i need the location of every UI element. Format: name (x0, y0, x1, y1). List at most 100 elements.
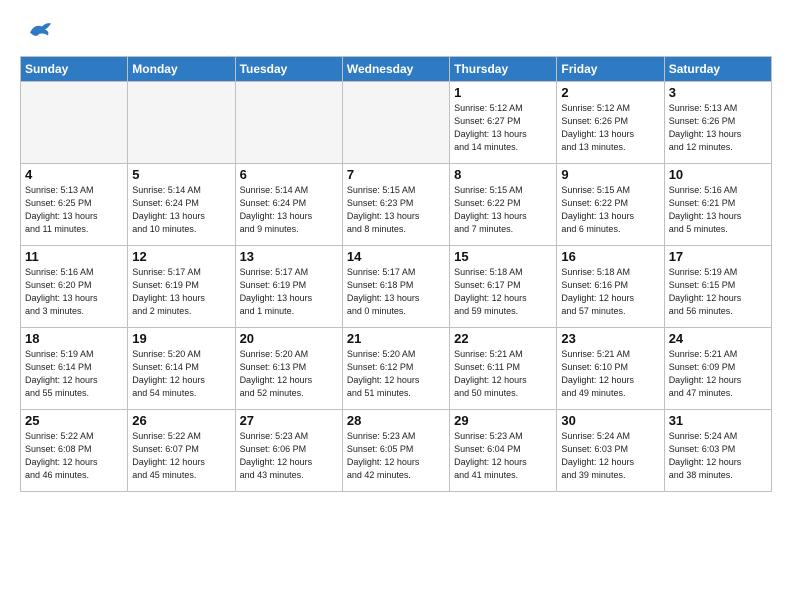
day-number: 25 (25, 413, 123, 428)
day-info: Sunrise: 5:15 AM Sunset: 6:22 PM Dayligh… (454, 184, 552, 236)
week-row-3: 11 Sunrise: 5:16 AM Sunset: 6:20 PM Dayli… (21, 246, 772, 328)
calendar-cell: 25 Sunrise: 5:22 AM Sunset: 6:08 PM Dayli… (21, 410, 128, 492)
day-info: Sunrise: 5:18 AM Sunset: 6:16 PM Dayligh… (561, 266, 659, 318)
day-info: Sunrise: 5:18 AM Sunset: 6:17 PM Dayligh… (454, 266, 552, 318)
day-number: 4 (25, 167, 123, 182)
day-number: 24 (669, 331, 767, 346)
day-number: 20 (240, 331, 338, 346)
day-info: Sunrise: 5:12 AM Sunset: 6:26 PM Dayligh… (561, 102, 659, 154)
calendar-cell: 21Sunrise: 5:20 AM Sunset: 6:12 PM Dayli… (342, 328, 449, 410)
day-number: 21 (347, 331, 445, 346)
day-number: 3 (669, 85, 767, 100)
day-number: 14 (347, 249, 445, 264)
day-number: 15 (454, 249, 552, 264)
weekday-saturday: Saturday (664, 57, 771, 82)
day-number: 23 (561, 331, 659, 346)
day-info: Sunrise: 5:22 AM Sunset: 6:08 PM Dayligh… (25, 430, 123, 482)
day-info: Sunrise: 5:16 AM Sunset: 6:20 PM Dayligh… (25, 266, 123, 318)
calendar-cell (128, 82, 235, 164)
calendar-cell: 30 Sunrise: 5:24 AM Sunset: 6:03 PM Dayli… (557, 410, 664, 492)
day-info: Sunrise: 5:14 AM Sunset: 6:24 PM Dayligh… (240, 184, 338, 236)
calendar-cell: 24Sunrise: 5:21 AM Sunset: 6:09 PM Dayli… (664, 328, 771, 410)
calendar-cell: 5 Sunrise: 5:14 AM Sunset: 6:24 PM Daylig… (128, 164, 235, 246)
day-number: 19 (132, 331, 230, 346)
calendar-cell: 22Sunrise: 5:21 AM Sunset: 6:11 PM Dayli… (450, 328, 557, 410)
calendar-cell (21, 82, 128, 164)
calendar-cell: 17 Sunrise: 5:19 AM Sunset: 6:15 PM Dayli… (664, 246, 771, 328)
logo-bird-icon (24, 16, 54, 46)
day-info: Sunrise: 5:23 AM Sunset: 6:06 PM Dayligh… (240, 430, 338, 482)
weekday-sunday: Sunday (21, 57, 128, 82)
day-info: Sunrise: 5:17 AM Sunset: 6:19 PM Dayligh… (240, 266, 338, 318)
day-info: Sunrise: 5:13 AM Sunset: 6:26 PM Dayligh… (669, 102, 767, 154)
calendar-cell: 27 Sunrise: 5:23 AM Sunset: 6:06 PM Dayli… (235, 410, 342, 492)
day-info: Sunrise: 5:16 AM Sunset: 6:21 PM Dayligh… (669, 184, 767, 236)
day-info: Sunrise: 5:12 AM Sunset: 6:27 PM Dayligh… (454, 102, 552, 154)
weekday-wednesday: Wednesday (342, 57, 449, 82)
calendar-cell: 7Sunrise: 5:15 AM Sunset: 6:23 PM Daylig… (342, 164, 449, 246)
day-number: 22 (454, 331, 552, 346)
day-number: 1 (454, 85, 552, 100)
day-number: 28 (347, 413, 445, 428)
calendar-cell: 23 Sunrise: 5:21 AM Sunset: 6:10 PM Dayli… (557, 328, 664, 410)
day-info: Sunrise: 5:22 AM Sunset: 6:07 PM Dayligh… (132, 430, 230, 482)
weekday-header-row: SundayMondayTuesdayWednesdayThursdayFrid… (21, 57, 772, 82)
weekday-thursday: Thursday (450, 57, 557, 82)
day-number: 2 (561, 85, 659, 100)
day-info: Sunrise: 5:17 AM Sunset: 6:18 PM Dayligh… (347, 266, 445, 318)
week-row-1: 1 Sunrise: 5:12 AM Sunset: 6:27 PM Daylig… (21, 82, 772, 164)
day-info: Sunrise: 5:24 AM Sunset: 6:03 PM Dayligh… (561, 430, 659, 482)
weekday-tuesday: Tuesday (235, 57, 342, 82)
calendar-cell: 6 Sunrise: 5:14 AM Sunset: 6:24 PM Daylig… (235, 164, 342, 246)
day-number: 27 (240, 413, 338, 428)
day-number: 16 (561, 249, 659, 264)
day-info: Sunrise: 5:19 AM Sunset: 6:15 PM Dayligh… (669, 266, 767, 318)
day-info: Sunrise: 5:20 AM Sunset: 6:14 PM Dayligh… (132, 348, 230, 400)
weekday-monday: Monday (128, 57, 235, 82)
day-number: 26 (132, 413, 230, 428)
calendar-cell: 31 Sunrise: 5:24 AM Sunset: 6:03 PM Dayli… (664, 410, 771, 492)
day-number: 11 (25, 249, 123, 264)
day-number: 17 (669, 249, 767, 264)
calendar-cell: 10 Sunrise: 5:16 AM Sunset: 6:21 PM Dayli… (664, 164, 771, 246)
calendar-cell: 4 Sunrise: 5:13 AM Sunset: 6:25 PM Daylig… (21, 164, 128, 246)
day-info: Sunrise: 5:24 AM Sunset: 6:03 PM Dayligh… (669, 430, 767, 482)
calendar-cell: 26 Sunrise: 5:22 AM Sunset: 6:07 PM Dayli… (128, 410, 235, 492)
calendar-cell: 14 Sunrise: 5:17 AM Sunset: 6:18 PM Dayli… (342, 246, 449, 328)
calendar-cell: 8 Sunrise: 5:15 AM Sunset: 6:22 PM Daylig… (450, 164, 557, 246)
day-number: 10 (669, 167, 767, 182)
weekday-friday: Friday (557, 57, 664, 82)
calendar-cell: 3 Sunrise: 5:13 AM Sunset: 6:26 PM Daylig… (664, 82, 771, 164)
calendar-cell: 19 Sunrise: 5:20 AM Sunset: 6:14 PM Dayli… (128, 328, 235, 410)
page-header (20, 16, 772, 46)
calendar-cell (342, 82, 449, 164)
day-number: 30 (561, 413, 659, 428)
week-row-4: 18Sunrise: 5:19 AM Sunset: 6:14 PM Dayli… (21, 328, 772, 410)
calendar-cell: 9 Sunrise: 5:15 AM Sunset: 6:22 PM Daylig… (557, 164, 664, 246)
day-info: Sunrise: 5:21 AM Sunset: 6:10 PM Dayligh… (561, 348, 659, 400)
calendar-cell: 13Sunrise: 5:17 AM Sunset: 6:19 PM Dayli… (235, 246, 342, 328)
calendar-cell: 2 Sunrise: 5:12 AM Sunset: 6:26 PM Daylig… (557, 82, 664, 164)
calendar-cell: 16 Sunrise: 5:18 AM Sunset: 6:16 PM Dayli… (557, 246, 664, 328)
logo (20, 20, 54, 46)
day-number: 18 (25, 331, 123, 346)
calendar-cell: 15 Sunrise: 5:18 AM Sunset: 6:17 PM Dayli… (450, 246, 557, 328)
calendar-cell: 18Sunrise: 5:19 AM Sunset: 6:14 PM Dayli… (21, 328, 128, 410)
day-number: 31 (669, 413, 767, 428)
day-number: 5 (132, 167, 230, 182)
day-info: Sunrise: 5:15 AM Sunset: 6:22 PM Dayligh… (561, 184, 659, 236)
day-info: Sunrise: 5:23 AM Sunset: 6:04 PM Dayligh… (454, 430, 552, 482)
day-info: Sunrise: 5:14 AM Sunset: 6:24 PM Dayligh… (132, 184, 230, 236)
day-info: Sunrise: 5:13 AM Sunset: 6:25 PM Dayligh… (25, 184, 123, 236)
calendar-cell: 29Sunrise: 5:23 AM Sunset: 6:04 PM Dayli… (450, 410, 557, 492)
day-info: Sunrise: 5:20 AM Sunset: 6:13 PM Dayligh… (240, 348, 338, 400)
day-number: 9 (561, 167, 659, 182)
calendar-cell: 28Sunrise: 5:23 AM Sunset: 6:05 PM Dayli… (342, 410, 449, 492)
day-info: Sunrise: 5:17 AM Sunset: 6:19 PM Dayligh… (132, 266, 230, 318)
day-number: 7 (347, 167, 445, 182)
calendar-cell: 11 Sunrise: 5:16 AM Sunset: 6:20 PM Dayli… (21, 246, 128, 328)
calendar-cell (235, 82, 342, 164)
day-number: 6 (240, 167, 338, 182)
day-number: 12 (132, 249, 230, 264)
day-number: 8 (454, 167, 552, 182)
